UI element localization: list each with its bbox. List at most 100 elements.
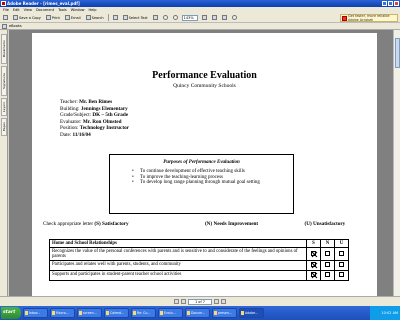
checkbox-n[interactable]: [325, 272, 330, 277]
email-icon: [64, 15, 70, 20]
taskbar-item-active[interactable]: Adobe...: [239, 308, 264, 318]
document-viewport[interactable]: Performance Evaluation Quincy Community …: [9, 30, 393, 296]
hand-icon: [112, 15, 118, 20]
column-header-n: N: [320, 239, 335, 248]
zoom-in-button[interactable]: [172, 14, 179, 21]
fit-page-icon: [211, 15, 217, 20]
zoom-level-select[interactable]: 143%: [181, 14, 198, 21]
scrollbar-thumb[interactable]: [395, 38, 400, 68]
page-number-field[interactable]: 1 of 7: [188, 298, 212, 305]
criterion-text: Participates and relates well with paren…: [49, 260, 307, 271]
vertical-scrollbar[interactable]: [393, 30, 400, 296]
checkbox-u[interactable]: [339, 250, 344, 256]
checkbox-s-checked[interactable]: [311, 262, 316, 267]
camera-icon: [152, 15, 158, 20]
table-header-row: Home and School Relationships S N U: [49, 239, 349, 248]
window-controls: [382, 1, 399, 6]
open-button[interactable]: [2, 14, 9, 21]
teacher-info-block: Teacher: Mr. Ben Rimes Building: Jenning…: [60, 99, 129, 139]
select-text-button[interactable]: Select Text: [122, 14, 149, 21]
taskbar-item[interactable]: Evalu...: [158, 308, 183, 318]
taskbar-item[interactable]: Macro...: [50, 308, 75, 318]
select-text-label: Select Text: [128, 15, 148, 20]
promo-text: Get faster, more reliable Adobe Acrobat: [348, 14, 390, 22]
actual-size-icon: [201, 15, 207, 20]
checkbox-s-checked[interactable]: [311, 250, 316, 256]
info-row-date: Date: 11/16/04: [60, 131, 91, 138]
fit-width-icon: [221, 15, 227, 20]
email-label: Email: [70, 15, 81, 20]
minimize-button[interactable]: [382, 1, 387, 6]
purpose-item: To develop long range planning through m…: [132, 180, 262, 186]
window-titlebar: Adobe Reader - [rimes_eval.pdf]: [0, 0, 400, 7]
fit-page-button[interactable]: [211, 14, 218, 21]
adobe-logo-icon: [342, 16, 347, 21]
status-bar: 1 of 7: [0, 296, 400, 306]
info-row-teacher: Teacher: Mr. Ben Rimes: [60, 99, 113, 105]
print-label: Print: [51, 15, 60, 20]
taskbar-item[interactable]: Inbox -: [23, 308, 48, 318]
next-page-button[interactable]: [214, 299, 219, 304]
checkbox-u[interactable]: [339, 272, 344, 277]
fit-width-button[interactable]: [221, 14, 228, 21]
criterion-text: Recognizes the value of the personal con…: [49, 247, 307, 261]
zoom-out-icon: [162, 15, 168, 20]
actual-size-button[interactable]: [201, 14, 208, 21]
ebooks-button[interactable]: eBooks: [9, 24, 22, 28]
print-button[interactable]: Print: [45, 14, 61, 21]
evaluation-table: Home and School Relationships S N U Reco…: [49, 239, 349, 281]
window-title: Adobe Reader - [rimes_eval.pdf]: [7, 1, 80, 6]
save-copy-button[interactable]: Save a Copy: [12, 14, 42, 21]
windows-taskbar: start Inbox - Macro... screen... Calend.…: [0, 306, 400, 320]
column-header-s: S: [306, 239, 321, 248]
start-button[interactable]: start: [1, 307, 21, 319]
checkbox-s-checked[interactable]: [311, 272, 316, 277]
close-button[interactable]: [394, 1, 399, 6]
secondary-toolbar: eBooks: [0, 23, 400, 30]
maximize-button[interactable]: [388, 1, 393, 6]
criterion-text: Supports and participates in student-par…: [49, 270, 307, 281]
previous-page-button[interactable]: [181, 299, 186, 304]
acrobat-promo[interactable]: Get faster, more reliable Adobe Acrobat: [340, 14, 398, 22]
system-clock: 10:02 AM: [370, 306, 400, 320]
tab-pages[interactable]: Pages: [1, 118, 7, 136]
snapshot-button[interactable]: [152, 14, 159, 21]
taskbar-item[interactable]: screen...: [77, 308, 102, 318]
toolbar-separator: [107, 14, 109, 21]
search-button[interactable]: Search: [85, 14, 105, 21]
document-title: Performance Evaluation: [152, 70, 257, 81]
info-row-building: Building: Jennings Elementary: [60, 105, 128, 112]
info-row-position: Position: Technology Instructor: [60, 125, 129, 132]
last-page-button[interactable]: [221, 299, 226, 304]
table-row: Supports and participates in student-par…: [49, 270, 349, 281]
taskbar-item[interactable]: presen...: [212, 308, 237, 318]
tab-bookmarks[interactable]: Bookmarks: [1, 34, 7, 64]
tab-layers[interactable]: Layers: [1, 98, 7, 116]
info-row-evaluator: Evaluator: Mr. Ron Olmsted: [60, 118, 122, 125]
checkbox-u[interactable]: [339, 262, 344, 267]
purposes-title: Purposes of Performance Evaluation: [163, 160, 240, 165]
printer-icon: [45, 15, 51, 20]
zoom-out-button[interactable]: [162, 14, 169, 21]
tab-signatures[interactable]: Signatures: [1, 66, 7, 96]
email-button[interactable]: Email: [64, 14, 82, 21]
save-icon: [13, 15, 18, 20]
hand-tool-button[interactable]: [112, 14, 119, 21]
category-heading: Home and School Relationships: [49, 239, 307, 248]
pdf-page: Performance Evaluation Quincy Community …: [32, 33, 377, 296]
taskbar-item[interactable]: Docum...: [185, 308, 210, 318]
purposes-box: Purposes of Performance Evaluation To co…: [109, 154, 294, 214]
legend-unsatisfactory: (U) Unsatisfactory: [304, 221, 346, 227]
info-row-grade: Grade/Subject: DK – 5th Grade: [60, 112, 129, 119]
legend-needs-improvement: (N) Needs Improvement: [204, 221, 259, 227]
adobe-reader-icon: [1, 1, 6, 6]
taskbar-item[interactable]: Calend...: [104, 308, 129, 318]
search-label: Search: [91, 15, 104, 20]
table-row: Recognizes the value of the personal con…: [49, 247, 349, 261]
first-page-button[interactable]: [174, 299, 179, 304]
taskbar-item[interactable]: Re: Cu...: [131, 308, 156, 318]
help-button[interactable]: [231, 14, 238, 21]
rating-legend: Check appropriate letter (S) Satisfactor…: [43, 221, 363, 227]
checkbox-n[interactable]: [325, 250, 330, 256]
checkbox-n[interactable]: [325, 262, 330, 267]
